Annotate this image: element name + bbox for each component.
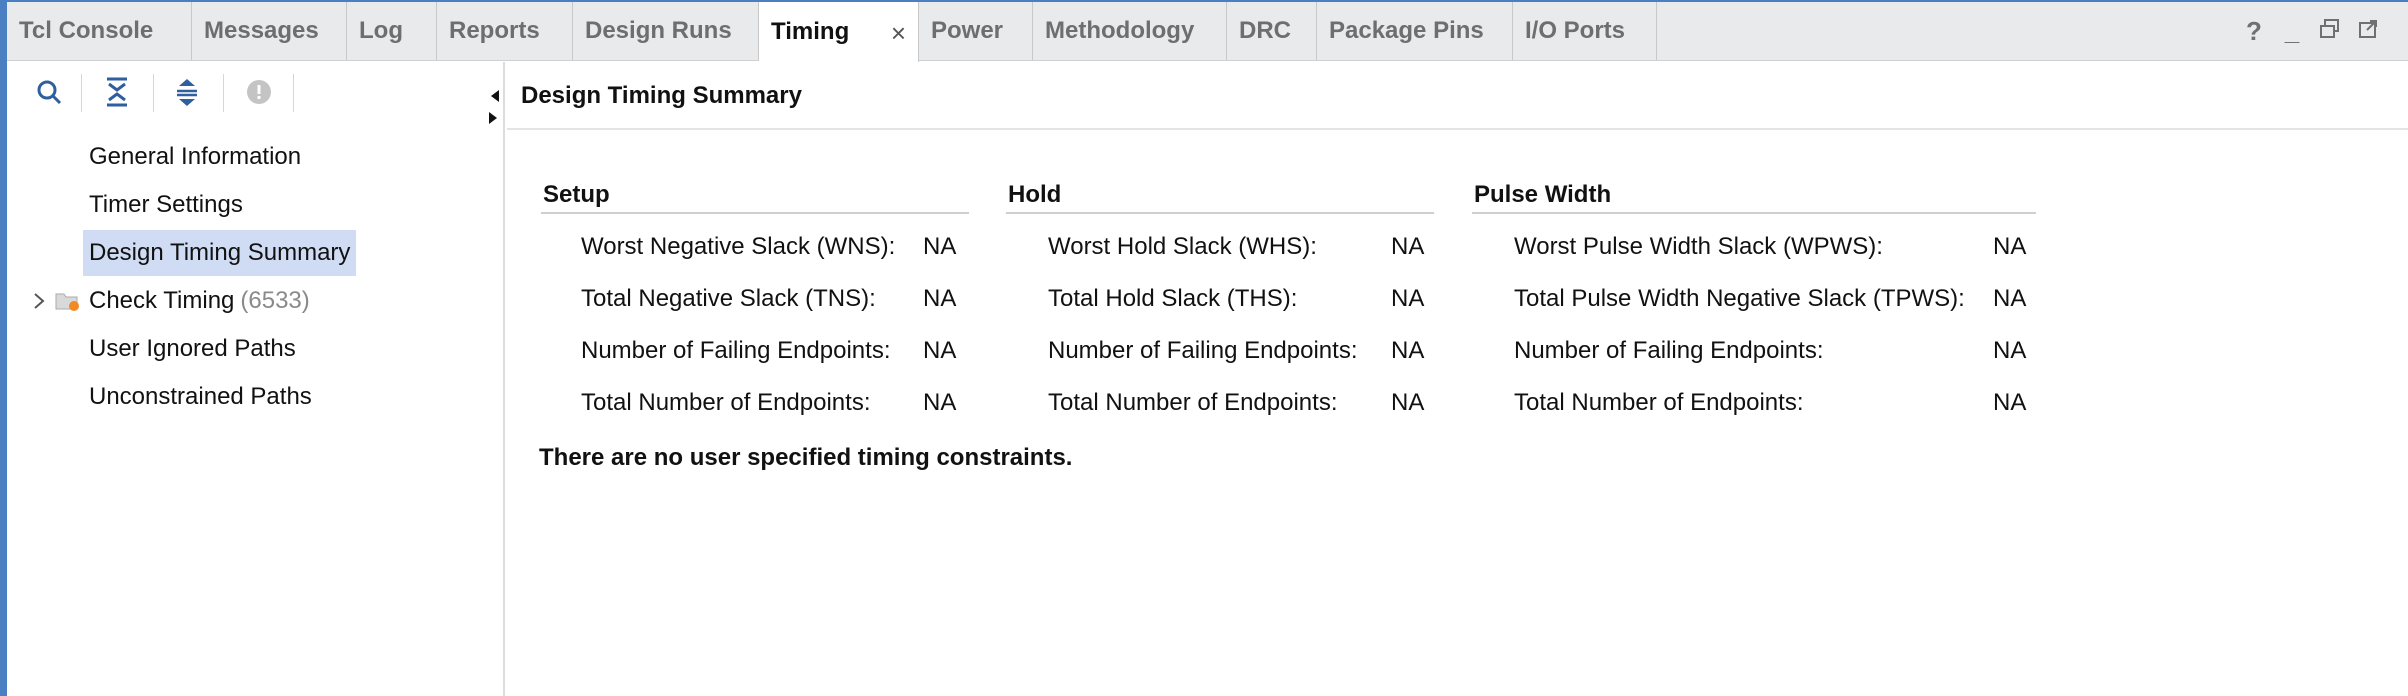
chevron-right-icon[interactable] [27,278,51,324]
tab-label: Package Pins [1329,17,1484,44]
pulse-width-section: Pulse Width [1472,178,2036,214]
tab-label: Tcl Console [19,17,154,44]
nav-item-label: Unconstrained Paths [89,383,312,410]
no-constraints-message: There are no user specified timing const… [539,444,1073,471]
setup-section: Setup [541,178,969,214]
pulse-failing-value: NA [1993,337,2027,364]
folder-warning-icon [55,278,81,324]
toolbar-separator [223,74,224,112]
hold-total-value: NA [1391,389,1425,416]
timing-window: Tcl Console Messages Log Reports Design … [0,0,2408,696]
minimize-icon[interactable]: _ [2280,16,2304,47]
hold-ths-label: Total Hold Slack (THS): [1048,285,1298,312]
toolbar-separator [293,74,294,112]
title-divider [507,128,2408,130]
setup-wns-label: Worst Negative Slack (WNS): [581,233,896,260]
tab-label: Log [359,17,403,44]
tab-label: Reports [449,17,540,44]
tab-design-runs[interactable]: Design Runs [573,2,759,60]
pulse-wpws-label: Worst Pulse Width Slack (WPWS): [1514,233,1883,260]
tab-io-ports[interactable]: I/O Ports [1513,2,1657,60]
nav-item-check-timing[interactable]: Check Timing (6533) [83,278,316,324]
nav-toolbar [7,62,503,124]
tab-label: Messages [204,17,319,44]
tab-drc[interactable]: DRC [1227,2,1317,60]
toolbar-separator [153,74,154,112]
restore-icon[interactable] [2318,16,2342,47]
pulse-tpws-label: Total Pulse Width Negative Slack (TPWS): [1514,285,1965,312]
hold-failing-label: Number of Failing Endpoints: [1048,337,1358,364]
nav-item-label: Design Timing Summary [89,239,351,266]
tab-messages[interactable]: Messages [192,2,347,60]
pulse-width-heading: Pulse Width [1472,178,2036,214]
hold-failing-value: NA [1391,337,1425,364]
setup-tns-value: NA [923,285,957,312]
setup-failing-label: Number of Failing Endpoints: [581,337,891,364]
hold-whs-label: Worst Hold Slack (WHS): [1048,233,1317,260]
info-icon[interactable] [241,74,277,110]
tab-label: Power [931,17,1004,44]
setup-failing-value: NA [923,337,957,364]
setup-heading: Setup [541,178,969,214]
tab-label: I/O Ports [1525,17,1626,44]
setup-total-value: NA [923,389,957,416]
pulse-failing-label: Number of Failing Endpoints: [1514,337,1824,364]
nav-item-user-ignored-paths[interactable]: User Ignored Paths [83,326,302,372]
expand-all-icon[interactable] [169,74,205,110]
pulse-total-value: NA [1993,389,2027,416]
nav-item-design-timing-summary[interactable]: Design Timing Summary [83,230,357,276]
tab-power[interactable]: Power [919,2,1033,60]
tab-bar: Tcl Console Messages Log Reports Design … [7,2,2408,62]
tab-package-pins[interactable]: Package Pins [1317,2,1513,60]
pulse-total-label: Total Number of Endpoints: [1514,389,1804,416]
tab-timing[interactable]: Timing × [759,2,919,62]
close-icon[interactable]: × [891,18,906,49]
nav-item-label: Check Timing [89,287,235,314]
setup-wns-value: NA [923,233,957,260]
hold-ths-value: NA [1391,285,1425,312]
hold-whs-value: NA [1391,233,1425,260]
pulse-wpws-value: NA [1993,233,2027,260]
setup-total-label: Total Number of Endpoints: [581,389,871,416]
hold-section: Hold [1006,178,1434,214]
tab-label: Methodology [1045,17,1195,44]
pulse-tpws-value: NA [1993,285,2027,312]
tab-label: Design Runs [585,17,732,44]
timing-summary-panel: Design Timing Summary Setup Worst Negati… [507,62,2408,696]
nav-item-label: User Ignored Paths [89,335,296,362]
collapse-all-icon[interactable] [99,74,135,110]
nav-item-timer-settings[interactable]: Timer Settings [83,182,249,228]
nav-item-general-information[interactable]: General Information [83,134,307,180]
float-icon[interactable] [2356,16,2380,47]
tab-tcl-console[interactable]: Tcl Console [7,2,192,60]
window-controls: ? _ [2242,16,2380,47]
tab-label: DRC [1239,17,1291,44]
hold-total-label: Total Number of Endpoints: [1048,389,1338,416]
search-icon[interactable] [31,74,67,110]
toolbar-separator [81,74,82,112]
tab-log[interactable]: Log [347,2,437,60]
panel-splitter-arrows[interactable] [487,82,501,137]
page-title: Design Timing Summary [521,82,802,109]
left-panel: General Information Timer Settings Desig… [7,62,505,696]
nav-item-count: (6533) [240,287,310,314]
hold-heading: Hold [1006,178,1434,214]
nav-item-label: Timer Settings [89,191,243,218]
nav-item-unconstrained-paths[interactable]: Unconstrained Paths [83,374,318,420]
tab-label: Timing [771,18,850,45]
tab-methodology[interactable]: Methodology [1033,2,1227,60]
tab-reports[interactable]: Reports [437,2,573,60]
help-icon[interactable]: ? [2242,16,2266,47]
setup-tns-label: Total Negative Slack (TNS): [581,285,876,312]
nav-item-label: General Information [89,143,302,170]
